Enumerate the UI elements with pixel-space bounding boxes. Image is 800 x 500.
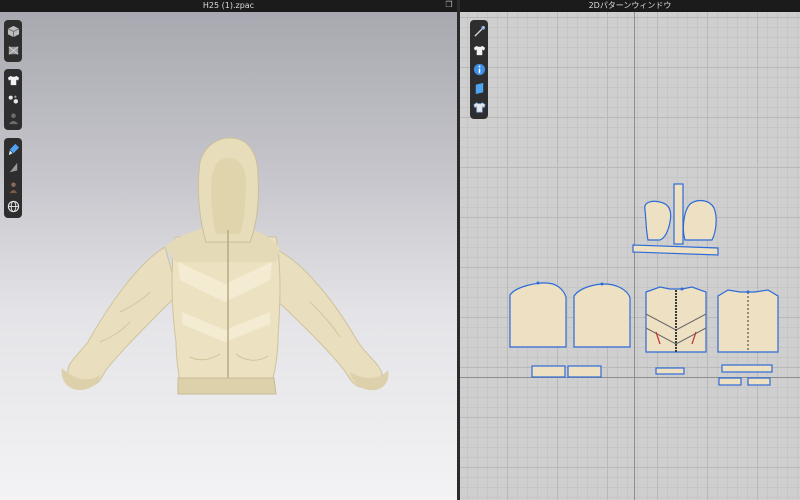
3d-hoodie-garment[interactable]	[0, 12, 457, 500]
pattern-piece-sleeve-left[interactable]	[509, 282, 567, 348]
2d-window-titlebar: 2Dパターンウィンドウ	[460, 0, 800, 12]
3d-viewport[interactable]	[0, 12, 457, 500]
pattern-piece-back-waistband[interactable]	[721, 364, 773, 373]
2d-pattern-canvas[interactable]	[460, 12, 800, 500]
pattern-piece-cuff-left[interactable]	[531, 365, 566, 378]
2d-pattern-window: 2Dパターンウィンドウ	[460, 0, 800, 500]
3d-window-title: H25 (1).zpac	[202, 1, 255, 10]
pattern-pieces	[509, 183, 779, 386]
pattern-piece-band-small-right[interactable]	[747, 377, 771, 386]
pattern-piece-band-small-left[interactable]	[718, 377, 742, 386]
pattern-piece-cuff-right[interactable]	[567, 365, 602, 378]
pattern-piece-hood-center[interactable]	[673, 183, 684, 245]
pattern-piece-hood-left[interactable]	[644, 200, 672, 241]
pattern-piece-front-waistband[interactable]	[655, 367, 685, 375]
pattern-piece-sleeve-right[interactable]	[573, 283, 631, 348]
pattern-piece-hood-band[interactable]	[632, 244, 719, 256]
2d-window-title: 2Dパターンウィンドウ	[588, 1, 672, 10]
restore-window-icon[interactable]: ❐	[445, 1, 453, 9]
3d-window-titlebar: H25 (1).zpac ❐	[0, 0, 457, 12]
3d-window: H25 (1).zpac ❐	[0, 0, 457, 500]
pattern-piece-hood-right[interactable]	[682, 199, 717, 241]
